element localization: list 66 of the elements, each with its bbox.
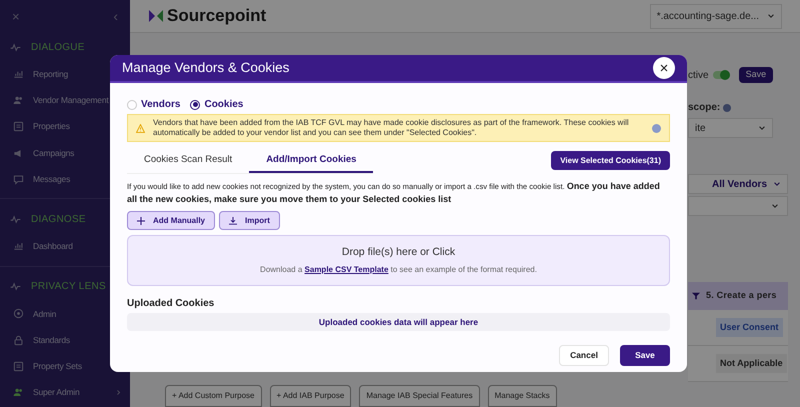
chat-bubble-icon [13, 174, 24, 185]
sidebar-item[interactable]: Vendor Management [0, 87, 130, 114]
domain-dropdown[interactable]: *.accounting-sage.de... [650, 4, 782, 28]
section-icon [10, 42, 21, 52]
alert-text: Vendors that have been added from the IAB TCF GVL may have made cookie disclosures as part of the framework. These cookies will automatically be added to your vendor list and you can see them under "Selected Cookies". [153, 118, 630, 138]
people-icon [13, 94, 24, 106]
table-cell: User Consent [716, 318, 783, 338]
section-icon [10, 214, 21, 225]
action-button[interactable]: Import [219, 211, 280, 230]
table-header: 5. Create a pers [688, 282, 788, 310]
radio-option[interactable]: Cookies [190, 97, 244, 112]
sidebar-item[interactable]: Super Admin [0, 380, 130, 406]
chevron-down-icon [771, 202, 779, 210]
chevron-down-icon [773, 180, 781, 188]
purpose-button[interactable]: Manage IAB Special Features [359, 385, 480, 407]
target-icon [13, 308, 24, 320]
vendor-filter-dropdown[interactable]: All Vendors [688, 174, 788, 194]
purpose-button[interactable]: + Add IAB Purpose [270, 385, 352, 407]
document-icon [13, 361, 24, 372]
save-button[interactable]: Save [738, 67, 774, 83]
dropzone-hint: Download a Sample CSV Template to see an example of the format required. [260, 264, 537, 276]
chevron-right-icon [115, 389, 122, 396]
template-link[interactable]: Sample CSV Template [304, 264, 388, 274]
logo-text: Sourcepoint [167, 5, 266, 28]
sidebar-item[interactable]: Property Sets [0, 353, 130, 380]
sidebar-item[interactable]: Dashboard [0, 233, 130, 260]
section-heading: Uploaded Cookies [127, 297, 216, 311]
chart-icon [13, 68, 24, 80]
sidebar-item[interactable]: Properties [0, 114, 130, 140]
sidebar-item[interactable]: Campaigns [0, 140, 130, 166]
dropzone-title: Drop file(s) here or Click [342, 245, 456, 260]
action-button[interactable]: Add Manually [127, 211, 216, 230]
purpose-button[interactable]: Manage Stacks [488, 385, 557, 407]
dropdown[interactable] [688, 196, 788, 216]
document-icon [13, 121, 24, 132]
plus-icon [137, 216, 145, 224]
scope-label: scope: [688, 101, 720, 115]
lock-icon [13, 334, 24, 346]
tab[interactable]: Add/Import Cookies [249, 149, 374, 173]
save-button[interactable]: Save [620, 345, 670, 366]
section-title: PRIVACY LENS [31, 280, 106, 294]
download-icon [229, 216, 238, 224]
table-cell: Not Applicable [716, 354, 787, 374]
scope-select[interactable]: ite [688, 118, 773, 138]
people-icon [13, 387, 24, 398]
section-icon [10, 281, 21, 292]
filter-icon [692, 292, 700, 300]
toggle-switch[interactable] [712, 71, 730, 79]
chevron-down-icon [767, 12, 775, 20]
chevron-down-icon [758, 124, 766, 132]
logo-icon [148, 8, 164, 24]
close-button[interactable]: × [653, 57, 675, 79]
empty-state-message: Uploaded cookies data will appear here [127, 313, 670, 331]
sidebar-item[interactable]: Standards [0, 327, 130, 354]
purpose-button[interactable]: + Add Custom Purpose [165, 385, 262, 407]
warning-icon [136, 124, 145, 132]
modal-title: Manage Vendors & Cookies [122, 58, 290, 77]
cancel-button[interactable]: Cancel [559, 345, 609, 366]
tab[interactable]: Cookies Scan Result [127, 149, 250, 173]
chart-icon [13, 241, 24, 252]
status-label: ctive [688, 68, 709, 82]
section-title: DIAGNOSE [31, 212, 86, 227]
radio-option[interactable]: Vendors [127, 97, 180, 112]
file-drop-zone[interactable]: Drop file(s) here or Click Download a Sample CSV Template to see an example of the format required. [127, 235, 670, 286]
view-selected-button[interactable]: View Selected Cookies(31) [551, 151, 670, 170]
section-title: DIALOGUE [31, 40, 85, 54]
